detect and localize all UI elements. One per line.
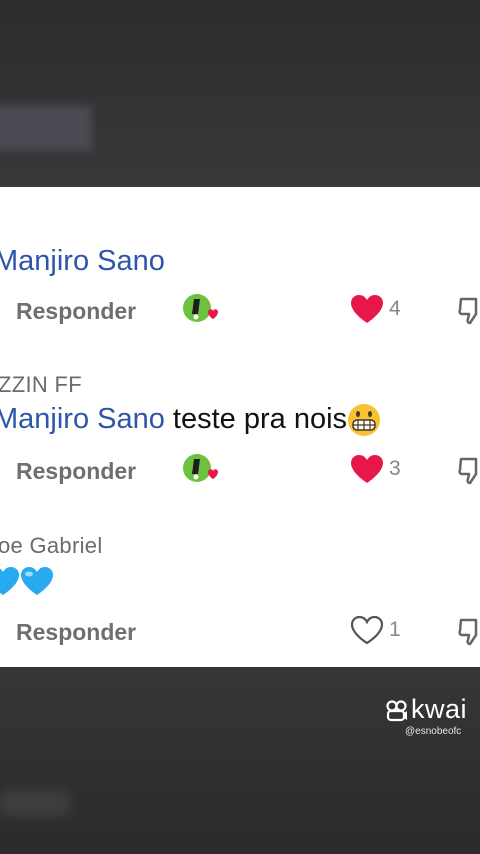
comment-author[interactable]: oe Gabriel (0, 533, 103, 559)
dislike-icon[interactable] (458, 295, 480, 325)
reply-button[interactable]: Responder (16, 298, 136, 325)
kwai-watermark: kwai @esnobeofc (386, 694, 476, 740)
like-count: 1 (389, 618, 401, 641)
blue-heart-emoji (21, 567, 53, 596)
comment-actions: Responder 4 (0, 292, 480, 332)
comment-text: Manjiro Sano teste pra nois (0, 403, 381, 437)
reply-button[interactable]: Responder (16, 619, 136, 646)
comment-body: teste pra nois (164, 403, 348, 435)
kwai-brand: kwai (411, 694, 468, 724)
mention-link[interactable]: Manjiro Sano (0, 245, 165, 277)
heart-icon[interactable] (350, 615, 384, 645)
comment-text (0, 564, 54, 597)
comment-author[interactable]: ZZIN FF (0, 372, 82, 398)
blue-heart-emoji (0, 567, 19, 596)
comment-text: Manjiro Sano (0, 245, 165, 278)
like-count: 3 (389, 457, 401, 480)
heart-icon[interactable] (350, 294, 384, 324)
reply-button[interactable]: Responder (16, 458, 136, 485)
dislike-icon[interactable] (458, 455, 480, 485)
creator-badge-icon (183, 454, 218, 482)
background-video-top: ▇▇▇ (0, 0, 480, 187)
grimace-emoji (348, 404, 381, 437)
kwai-logo-icon (386, 700, 407, 722)
comments-panel: Manjiro Sano Responder 4 ZZIN FF Manjiro… (0, 187, 480, 667)
creator-badge-icon (183, 294, 218, 322)
comment-actions: Responder 3 (0, 452, 480, 492)
kwai-handle: @esnobeofc (405, 726, 462, 737)
mention-link[interactable]: Manjiro Sano (0, 403, 165, 435)
like-count: 4 (389, 297, 401, 320)
heart-icon[interactable] (350, 454, 384, 484)
dislike-icon[interactable] (458, 616, 480, 646)
comment-actions: Responder 1 (0, 613, 480, 653)
blurred-background-shape (0, 790, 70, 816)
blurred-background-text: ▇▇▇ (0, 101, 92, 150)
